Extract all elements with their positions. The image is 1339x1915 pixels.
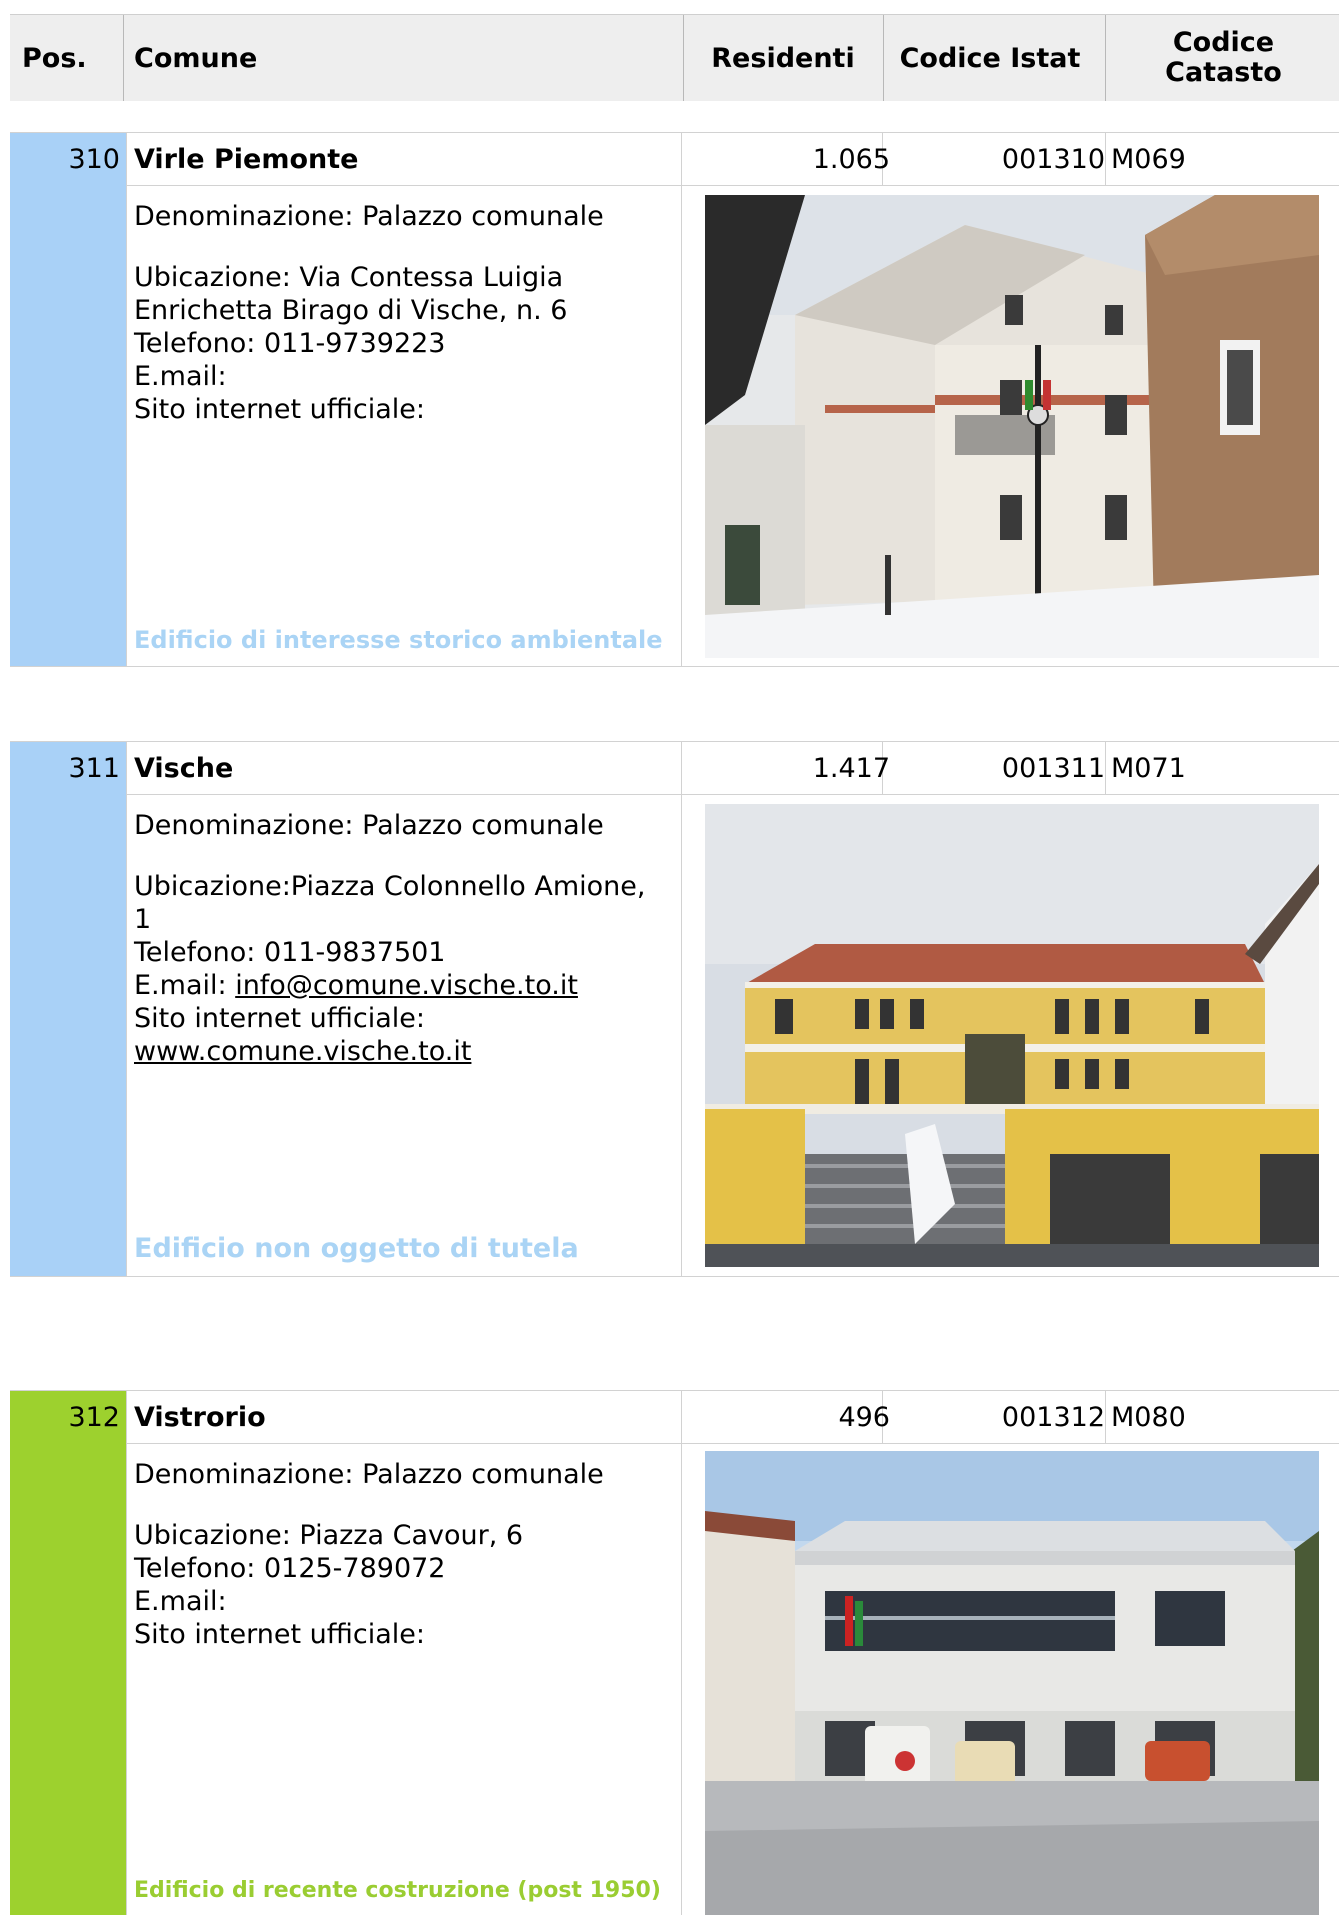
column-divider bbox=[1105, 1390, 1106, 1443]
entry-position: 312 bbox=[68, 1402, 120, 1433]
row-divider bbox=[126, 185, 1339, 186]
header-catasto-line2: Catasto bbox=[1165, 57, 1282, 88]
entry-position: 311 bbox=[68, 753, 120, 784]
column-divider bbox=[126, 1390, 127, 1915]
table-header: Pos. Comune Residenti Codice Istat Codic… bbox=[10, 14, 1339, 101]
row-divider bbox=[10, 132, 1339, 133]
telefono-text: Telefono: 011-9739223 bbox=[134, 328, 446, 359]
column-divider bbox=[126, 741, 127, 1276]
residenti-value: 1.065 bbox=[812, 144, 890, 175]
header-divider bbox=[123, 15, 124, 101]
sito-label: Sito internet ufficiale: bbox=[134, 1003, 425, 1034]
email-label: E.mail: bbox=[134, 970, 227, 1001]
codice-istat-value: 001310 bbox=[1001, 144, 1105, 175]
telefono-text: Telefono: 0125-789072 bbox=[134, 1553, 446, 1584]
email-label: E.mail: bbox=[134, 1586, 227, 1617]
tutela-status: Edificio di recente costruzione (post 19… bbox=[134, 1878, 661, 1903]
row-divider bbox=[10, 1276, 1339, 1277]
codice-catasto-value: M071 bbox=[1111, 753, 1186, 784]
email-link[interactable]: info@comune.vische.to.it bbox=[235, 970, 578, 1001]
entry-details: Denominazione: Palazzo comunale Ubicazio… bbox=[134, 200, 664, 426]
row-divider bbox=[126, 1443, 1339, 1444]
email-line: E.mail: info@comune.vische.to.it bbox=[134, 969, 664, 1002]
header-residenti: Residenti bbox=[711, 42, 855, 74]
row-divider bbox=[10, 666, 1339, 667]
town-hall-photo[interactable] bbox=[705, 195, 1319, 658]
classification-bar bbox=[10, 742, 126, 1276]
codice-catasto-value: M069 bbox=[1111, 144, 1186, 175]
comune-name: Vistrorio bbox=[134, 1402, 266, 1433]
column-divider bbox=[1105, 741, 1106, 794]
row-divider bbox=[126, 794, 1339, 795]
column-divider bbox=[681, 741, 682, 1276]
sito-label: Sito internet ufficiale: bbox=[134, 394, 425, 425]
classification-bar bbox=[10, 133, 126, 666]
town-hall-photo[interactable] bbox=[705, 804, 1319, 1267]
row-divider bbox=[10, 1390, 1339, 1391]
tutela-status: Edificio non oggetto di tutela bbox=[134, 1233, 579, 1264]
codice-istat-value: 001311 bbox=[1001, 753, 1105, 784]
row-divider bbox=[10, 741, 1339, 742]
comune-entry: 311 Vische 1.417 001311 M071 Denominazio… bbox=[10, 741, 1339, 1277]
column-divider bbox=[1105, 132, 1106, 185]
header-catasto-line1: Codice bbox=[1172, 27, 1275, 58]
tutela-status: Edificio di interesse storico ambientale bbox=[134, 626, 663, 654]
header-divider bbox=[883, 15, 884, 101]
codice-istat-value: 001312 bbox=[1001, 1402, 1105, 1433]
email-label: E.mail: bbox=[134, 361, 227, 392]
website-link[interactable]: www.comune.vische.to.it bbox=[134, 1036, 471, 1067]
denominazione-text: Denominazione: Palazzo comunale bbox=[134, 201, 604, 232]
ubicazione-text: Ubicazione: Piazza Cavour, 6 bbox=[134, 1520, 524, 1551]
comune-entry: 312 Vistrorio 496 001312 M080 Denominazi… bbox=[10, 1390, 1339, 1915]
denominazione-text: Denominazione: Palazzo comunale bbox=[134, 1459, 604, 1490]
comune-entry: 310 Virle Piemonte 1.065 001310 M069 Den… bbox=[10, 132, 1339, 667]
ubicazione-text: Ubicazione:Piazza Colonnello Amione, 1 bbox=[134, 871, 646, 935]
entry-details: Denominazione: Palazzo comunale Ubicazio… bbox=[134, 1458, 664, 1651]
comune-name: Vische bbox=[134, 753, 234, 784]
header-divider bbox=[683, 15, 684, 101]
residenti-value: 1.417 bbox=[812, 753, 890, 784]
header-divider bbox=[1105, 15, 1106, 101]
header-codice-istat: Codice Istat bbox=[899, 42, 1081, 74]
denominazione-text: Denominazione: Palazzo comunale bbox=[134, 810, 604, 841]
classification-bar bbox=[10, 1391, 126, 1915]
photo-vistrorio bbox=[705, 1451, 1319, 1915]
photo-vische bbox=[705, 804, 1319, 1267]
sito-label: Sito internet ufficiale: bbox=[134, 1619, 425, 1650]
header-codice-catasto: Codice Catasto bbox=[1110, 15, 1337, 101]
codice-catasto-value: M080 bbox=[1111, 1402, 1186, 1433]
telefono-text: Telefono: 011-9837501 bbox=[134, 937, 446, 968]
column-divider bbox=[681, 1390, 682, 1915]
ubicazione-text: Ubicazione: Via Contessa Luigia Enrichet… bbox=[134, 262, 568, 326]
column-divider bbox=[681, 132, 682, 666]
header-pos: Pos. bbox=[22, 42, 87, 74]
town-hall-photo[interactable] bbox=[705, 1451, 1319, 1915]
entry-position: 310 bbox=[68, 144, 120, 175]
column-divider bbox=[126, 132, 127, 666]
comune-name: Virle Piemonte bbox=[134, 144, 359, 175]
photo-virle-piemonte bbox=[705, 195, 1319, 658]
header-comune: Comune bbox=[134, 42, 258, 74]
entry-details: Denominazione: Palazzo comunale Ubicazio… bbox=[134, 809, 664, 1068]
residenti-value: 496 bbox=[838, 1402, 890, 1433]
